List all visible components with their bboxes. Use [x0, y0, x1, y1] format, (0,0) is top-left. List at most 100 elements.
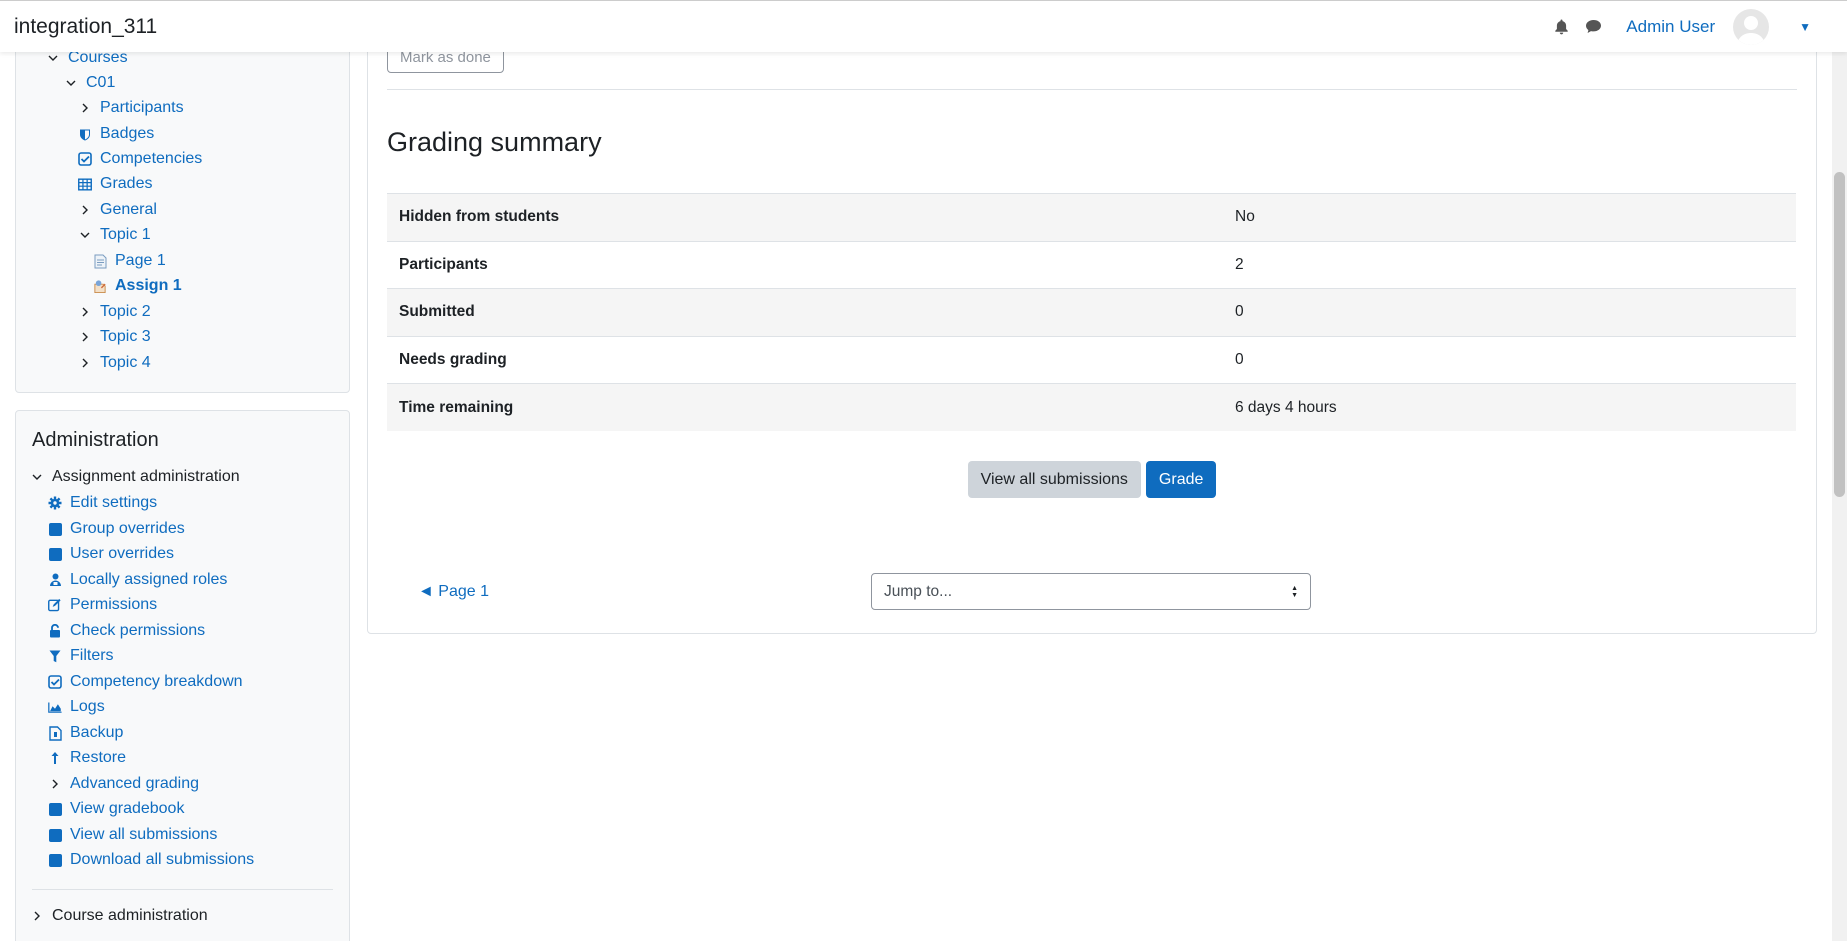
assignment-icon: [93, 279, 107, 294]
jump-to-select[interactable]: Jump to... ▲ ▼: [871, 573, 1311, 610]
nav-item-label[interactable]: Topic 4: [100, 354, 151, 372]
table-row: Submitted 0: [387, 288, 1796, 337]
action-buttons: View all submissions Grade: [368, 461, 1816, 498]
table-row: Hidden from students No: [387, 193, 1796, 242]
admin-item-label[interactable]: Download all submissions: [70, 851, 254, 869]
nav-item-label[interactable]: Topic 2: [100, 303, 151, 321]
nav-item-label[interactable]: Badges: [100, 125, 154, 143]
admin-item-label[interactable]: Group overrides: [70, 520, 185, 538]
admin-item-backup[interactable]: Backup: [48, 724, 123, 742]
admin-item-filters[interactable]: Filters: [48, 647, 114, 665]
admin-item-permissions[interactable]: Permissions: [48, 596, 157, 614]
nav-item-label[interactable]: Grades: [100, 175, 152, 193]
summary-key: Time remaining: [387, 383, 1223, 432]
administration-block: Administration Assignment administration…: [15, 410, 350, 941]
scrollbar-thumb[interactable]: [1834, 172, 1845, 497]
grade-button[interactable]: Grade: [1145, 461, 1217, 498]
admin-item-label[interactable]: Filters: [70, 647, 114, 665]
nav-item-assign-1[interactable]: Assign 1: [93, 277, 182, 295]
select-arrows-icon: ▲ ▼: [1291, 584, 1298, 599]
nav-item-c01[interactable]: C01: [64, 74, 115, 92]
check-square-icon: [48, 675, 62, 689]
unlock-icon: [48, 624, 62, 638]
course-administration-node[interactable]: Course administration: [30, 907, 208, 925]
admin-item-label[interactable]: Advanced grading: [70, 775, 199, 793]
summary-value: 0: [1223, 335, 1796, 384]
admin-item-view-all-submissions[interactable]: View all submissions: [48, 826, 217, 844]
chevron-down-icon: [30, 472, 44, 482]
admin-item-label[interactable]: View gradebook: [70, 800, 184, 818]
admin-item-label[interactable]: Edit settings: [70, 494, 157, 512]
nav-item-topic-4[interactable]: Topic 4: [78, 354, 151, 372]
nav-item-grades[interactable]: Grades: [78, 175, 152, 193]
gear-icon: [48, 496, 62, 510]
admin-item-label[interactable]: Locally assigned roles: [70, 571, 227, 589]
admin-item-label[interactable]: Backup: [70, 724, 123, 742]
chevron-right-icon: [78, 103, 92, 113]
admin-item-user-overrides[interactable]: User overrides: [48, 545, 174, 563]
nav-item-label[interactable]: General: [100, 201, 157, 219]
admin-item-label[interactable]: Restore: [70, 749, 126, 767]
summary-key: Participants: [387, 240, 1223, 289]
bell-icon[interactable]: [1552, 18, 1570, 36]
nav-item-page-1[interactable]: Page 1: [93, 252, 166, 270]
nav-item-label[interactable]: C01: [86, 74, 115, 92]
summary-value: No: [1223, 193, 1796, 242]
administration-title: Administration: [32, 429, 159, 451]
admin-item-label[interactable]: View all submissions: [70, 826, 217, 844]
admin-item-view-gradebook[interactable]: View gradebook: [48, 800, 184, 818]
navbar-user-area: Admin User ▼: [1552, 8, 1811, 45]
site-name[interactable]: integration_311: [14, 15, 157, 39]
admin-item-edit-settings[interactable]: Edit settings: [48, 494, 157, 512]
chat-bubble-icon[interactable]: [1584, 18, 1602, 36]
divider: [387, 89, 1797, 90]
nav-item-label[interactable]: Assign 1: [115, 277, 182, 295]
summary-key: Needs grading: [387, 335, 1223, 384]
chevron-right-icon: [78, 205, 92, 215]
summary-value: 2: [1223, 240, 1796, 289]
view-all-submissions-button[interactable]: View all submissions: [967, 461, 1141, 498]
admin-item-check-permissions[interactable]: Check permissions: [48, 622, 205, 640]
chevron-down-icon[interactable]: ▼: [1799, 20, 1811, 34]
nav-item-topic-2[interactable]: Topic 2: [78, 303, 151, 321]
admin-item-label[interactable]: User overrides: [70, 545, 174, 563]
page-scrollbar[interactable]: [1832, 52, 1847, 941]
shield-icon: [78, 128, 92, 141]
nav-item-topic-3[interactable]: Topic 3: [78, 328, 151, 346]
square-icon: [48, 828, 62, 842]
nav-item-general[interactable]: General: [78, 201, 157, 219]
admin-item-label[interactable]: Check permissions: [70, 622, 205, 640]
admin-item-advanced-grading[interactable]: Advanced grading: [48, 775, 199, 793]
user-menu-name[interactable]: Admin User: [1626, 17, 1715, 37]
admin-item-locally-assigned-roles[interactable]: Locally assigned roles: [48, 571, 227, 589]
admin-item-download-all-submissions[interactable]: Download all submissions: [48, 851, 254, 869]
nav-item-topic-1[interactable]: Topic 1: [78, 226, 151, 244]
square-icon: [48, 853, 62, 867]
admin-item-competency-breakdown[interactable]: Competency breakdown: [48, 673, 243, 691]
admin-item-label[interactable]: Competency breakdown: [70, 673, 243, 691]
nav-item-label[interactable]: Page 1: [115, 252, 166, 270]
chevron-right-icon: [48, 779, 62, 789]
nav-item-competencies[interactable]: Competencies: [78, 150, 202, 168]
nav-item-label[interactable]: Topic 3: [100, 328, 151, 346]
admin-item-label[interactable]: Logs: [70, 698, 105, 716]
nav-item-label[interactable]: Topic 1: [100, 226, 151, 244]
grading-summary-table: Hidden from students No Participants 2 S…: [387, 193, 1796, 432]
nav-item-participants[interactable]: Participants: [78, 99, 184, 117]
nav-item-badges[interactable]: Badges: [78, 125, 154, 143]
divider: [32, 889, 333, 890]
nav-item-label[interactable]: Participants: [100, 99, 184, 117]
admin-item-group-overrides[interactable]: Group overrides: [48, 520, 185, 538]
avatar[interactable]: [1733, 8, 1770, 45]
admin-item-restore[interactable]: Restore: [48, 749, 126, 767]
filter-icon: [48, 650, 62, 663]
nav-item-label[interactable]: Competencies: [100, 150, 202, 168]
summary-value: 6 days 4 hours: [1223, 383, 1796, 432]
area-chart-icon: [48, 701, 62, 714]
admin-item-label[interactable]: Permissions: [70, 596, 157, 614]
navigation-block: Courses C01 Participants Badges Competen…: [15, 30, 350, 393]
admin-item-logs[interactable]: Logs: [48, 698, 105, 716]
previous-activity-link[interactable]: ◄ Page 1: [418, 583, 489, 601]
assignment-administration-node[interactable]: Assignment administration: [30, 468, 240, 486]
top-navbar: integration_311 Admin User ▼: [0, 0, 1847, 52]
